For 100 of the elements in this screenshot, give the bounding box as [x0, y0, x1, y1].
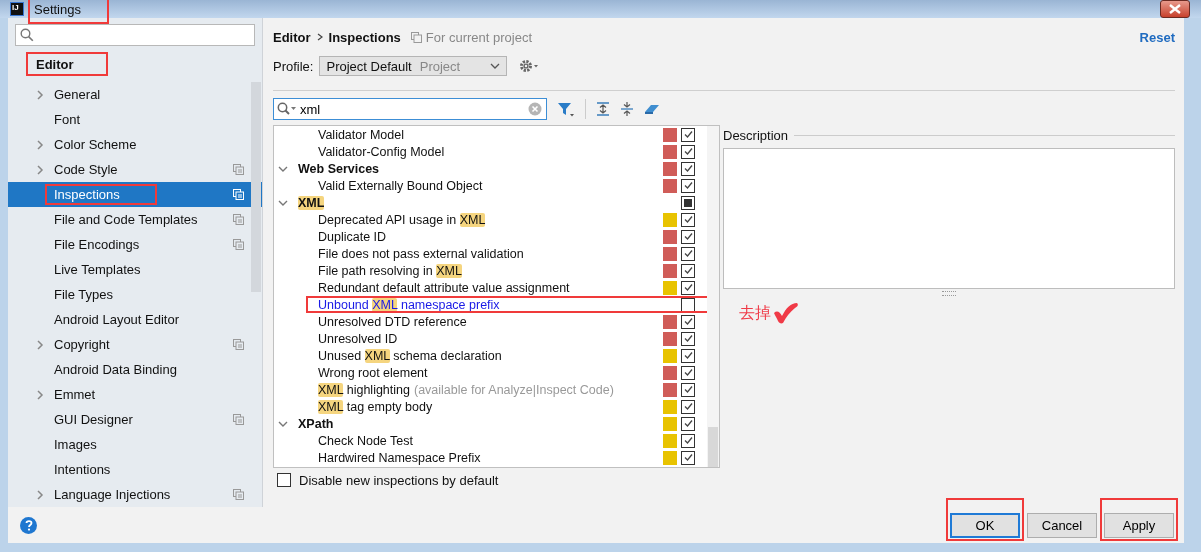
inspection-label[interactable]: Check Node Test [318, 433, 413, 448]
expand-all-icon[interactable] [596, 102, 610, 116]
checkbox[interactable] [681, 178, 695, 193]
copy-icon [233, 489, 244, 500]
sidebar-item[interactable]: Inspections [8, 182, 262, 207]
dialog-button[interactable]: Cancel [1027, 512, 1097, 538]
close-icon [1168, 4, 1182, 14]
inspection-label[interactable]: Validator-Config Model [318, 144, 445, 159]
scope-note: For current project [425, 29, 532, 45]
copy-icon [233, 189, 244, 200]
checkbox[interactable] [681, 365, 695, 380]
sidebar-item[interactable]: Images [8, 432, 262, 457]
inspection-label[interactable]: Unused XML schema declaration [318, 348, 502, 363]
sidebar-item[interactable]: Font [8, 107, 262, 132]
checkbox[interactable] [681, 263, 695, 278]
breadcrumb-item: Inspections [328, 29, 401, 45]
sidebar-item[interactable]: Color Scheme [8, 132, 262, 157]
checkbox[interactable] [681, 348, 695, 363]
sidebar-item[interactable]: Intentions [8, 457, 262, 482]
profile-label: Profile: [273, 58, 314, 74]
copy-icon [233, 339, 244, 350]
search-field[interactable] [15, 24, 255, 46]
copy-icon [233, 214, 244, 225]
sidebar-item[interactable]: Emmet [8, 382, 262, 407]
checkbox[interactable] [681, 416, 695, 431]
copy-icon [233, 164, 244, 175]
sidebar-item[interactable]: General [8, 82, 262, 107]
breadcrumb-item: Editor [273, 29, 311, 45]
copy-icon [410, 31, 422, 43]
help-button[interactable] [20, 516, 37, 534]
sidebar-item[interactable]: Android Data Binding [8, 357, 262, 382]
inspection-label[interactable]: Unresolved ID [318, 331, 398, 346]
eraser-icon[interactable] [644, 102, 660, 116]
scrollbar[interactable] [708, 427, 718, 467]
chevron-down-icon[interactable] [278, 198, 288, 207]
search-icon [20, 28, 34, 42]
check-mark-icon [773, 302, 799, 324]
checkbox[interactable] [681, 314, 695, 329]
sidebar-item[interactable]: File and Code Templates [8, 207, 262, 232]
checkbox[interactable] [681, 331, 695, 346]
chevron-down-icon[interactable] [278, 419, 288, 428]
resize-grip[interactable] [942, 291, 956, 296]
inspection-label[interactable]: XML [298, 195, 325, 210]
checkbox[interactable] [681, 382, 695, 397]
chevron-right-icon [36, 89, 44, 100]
checkbox[interactable] [681, 399, 695, 414]
sidebar-item[interactable]: Copyright [8, 332, 262, 357]
checkbox[interactable] [681, 280, 695, 295]
caret-icon [490, 63, 501, 69]
inspection-label[interactable]: Redundant default attribute value assignment [318, 280, 570, 295]
inspection-label[interactable]: File path resolving in XML [318, 263, 462, 278]
sidebar-item[interactable]: Language Injections [8, 482, 262, 507]
profile-dropdown[interactable]: Project Default Project [319, 56, 508, 76]
inspection-label[interactable]: Deprecated API usage in XML [318, 212, 486, 227]
annotation-text: 去掉 [739, 302, 771, 323]
sidebar-item[interactable]: Android Layout Editor [8, 307, 262, 332]
checkbox[interactable] [681, 127, 695, 142]
dialog-button[interactable]: OK [950, 512, 1020, 538]
sidebar-item[interactable]: GUI Designer [8, 407, 262, 432]
checkbox[interactable] [681, 144, 695, 159]
sidebar-item[interactable]: Code Style [8, 157, 262, 182]
sidebar-item[interactable]: File Types [8, 282, 262, 307]
checkbox[interactable] [681, 229, 695, 244]
inspection-label[interactable]: Duplicate ID [318, 229, 387, 244]
filter-icon[interactable] [557, 101, 575, 117]
chevron-right-icon [36, 389, 44, 400]
inspection-label[interactable]: Unresolved DTD reference [318, 314, 467, 329]
checkbox[interactable] [277, 473, 291, 487]
gear-icon[interactable] [519, 59, 540, 73]
inspection-label[interactable]: XPath [298, 416, 334, 431]
inspection-label[interactable]: Validator Model [318, 127, 404, 142]
chevron-right-icon [36, 139, 44, 150]
sidebar-item[interactable]: File Encodings [8, 232, 262, 257]
checkbox[interactable] [681, 212, 695, 227]
chevron-right-icon [36, 164, 44, 175]
sidebar-item[interactable]: Live Templates [8, 257, 262, 282]
collapse-all-icon[interactable] [620, 102, 634, 116]
inspection-label[interactable]: File does not pass external validation [318, 246, 524, 261]
inspection-label[interactable]: Hardwired Namespace Prefix [318, 450, 481, 465]
section-heading: Editor [36, 56, 74, 72]
reset-link[interactable]: Reset [1139, 29, 1175, 45]
checkbox[interactable] [681, 246, 695, 261]
chevron-right-icon [316, 33, 323, 41]
checkbox[interactable] [681, 433, 695, 448]
chevron-right-icon [36, 339, 44, 350]
chevron-right-icon [36, 489, 44, 500]
search-icon [277, 102, 297, 116]
filter-field[interactable]: xml [273, 98, 547, 120]
inspection-label[interactable]: Web Services [298, 161, 380, 176]
dialog-button[interactable]: Apply [1104, 512, 1174, 538]
close-button[interactable] [1160, 0, 1190, 18]
scrollbar[interactable] [251, 82, 261, 292]
checkbox[interactable] [681, 161, 695, 176]
inspection-label[interactable]: Wrong root element [318, 365, 428, 380]
checkbox[interactable] [681, 195, 695, 210]
copy-icon [233, 414, 244, 425]
copy-icon [233, 239, 244, 250]
inspection-label[interactable]: Valid Externally Bound Object [318, 178, 483, 193]
checkbox[interactable] [681, 450, 695, 465]
chevron-down-icon[interactable] [278, 164, 288, 173]
